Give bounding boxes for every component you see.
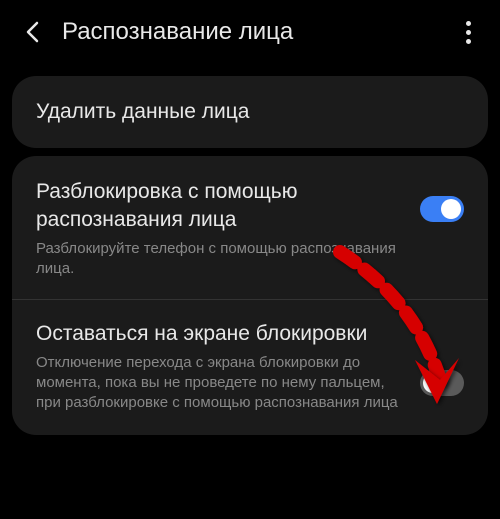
page-title: Распознавание лица: [62, 18, 456, 46]
face-unlock-desc: Разблокируйте телефон с помощью распозна…: [36, 239, 404, 280]
back-button[interactable]: [20, 20, 44, 44]
stay-lockscreen-title: Оставаться на экране блокировки: [36, 320, 404, 348]
settings-card: Разблокировка с помощью распознавания ли…: [12, 156, 488, 435]
more-icon: [466, 21, 471, 26]
delete-face-data-label: Удалить данные лица: [36, 100, 464, 124]
divider: [12, 299, 488, 300]
stay-lockscreen-setting[interactable]: Оставаться на экране блокировки Отключен…: [36, 320, 464, 413]
app-header: Распознавание лица: [0, 0, 500, 68]
face-unlock-toggle[interactable]: [420, 196, 464, 222]
stay-lockscreen-desc: Отключение перехода с экрана блокировки …: [36, 353, 404, 414]
delete-face-data-item[interactable]: Удалить данные лица: [12, 76, 488, 148]
face-unlock-setting[interactable]: Разблокировка с помощью распознавания ли…: [36, 178, 464, 279]
chevron-left-icon: [25, 21, 39, 43]
face-unlock-title: Разблокировка с помощью распознавания ли…: [36, 178, 404, 235]
more-options-button[interactable]: [456, 20, 480, 44]
stay-lockscreen-toggle[interactable]: [420, 370, 464, 396]
